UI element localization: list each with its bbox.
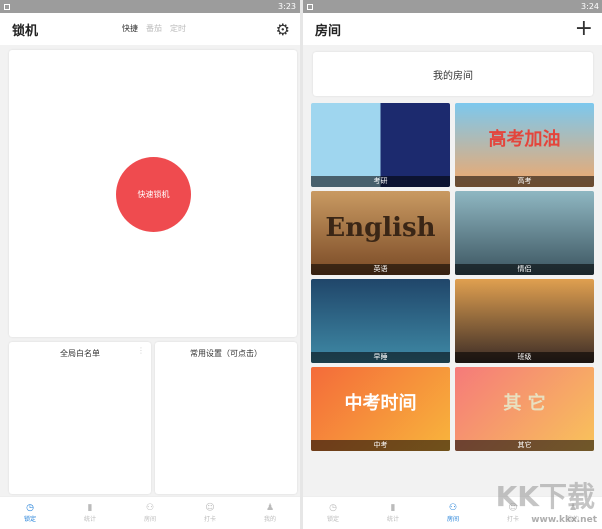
person-icon: ♟ [265, 503, 275, 513]
status-time: 3:24 [581, 2, 599, 11]
notification-icon [307, 3, 313, 10]
nav-label: 统计 [83, 516, 96, 523]
status-bar: 3:24 [303, 0, 602, 13]
page-title: 房间 [315, 23, 342, 39]
room-banner-text: English [325, 213, 436, 243]
room-banner-text: 中考时间 [344, 393, 417, 414]
lock-screen: 3:23 锁机 快捷 番茄 定时 ⚙ 快速锁机 全局白名单 ⋮ 常用设置（可点击）… [0, 0, 300, 529]
clock-icon: ◷ [26, 503, 34, 513]
more-icon[interactable]: ⋮ [137, 346, 145, 355]
my-room-button[interactable]: 我的房间 [313, 52, 593, 96]
nav-label: 统计 [386, 516, 399, 523]
header: 房间 + [303, 13, 602, 45]
room-label: 中考 [311, 440, 450, 451]
nav-checkin[interactable]: ☺ 打卡 [180, 497, 240, 529]
whitelist-title: 全局白名单 [60, 349, 100, 358]
add-room-button[interactable]: + [575, 16, 593, 41]
room-label: 高考 [455, 176, 594, 187]
nav-label: 打卡 [203, 516, 216, 523]
clock-icon: ◷ [329, 503, 337, 513]
room-card[interactable]: 早睡 [311, 279, 450, 363]
room-label: 英语 [311, 264, 450, 275]
room-card[interactable]: 高考加油 高考 [455, 103, 594, 187]
bar-chart-icon: ▮ [87, 503, 93, 513]
nav-label: 锁定 [326, 516, 339, 523]
nav-stats[interactable]: ▮ 统计 [60, 497, 120, 529]
status-time: 3:23 [278, 2, 296, 11]
room-card[interactable]: 班级 [455, 279, 594, 363]
bottom-nav: ◷ 锁定 ▮ 统计 ⚇ 房间 ☺ 打卡 ♟ 我的 [0, 496, 300, 529]
nav-label: 锁定 [23, 516, 36, 523]
room-card[interactable]: 其 它其它 [455, 367, 594, 451]
room-card[interactable]: 考研 [311, 103, 450, 187]
gear-icon[interactable]: ⚙ [276, 20, 290, 39]
bar-chart-icon: ▮ [390, 503, 396, 513]
tab-tomato[interactable]: 番茄 [146, 23, 162, 34]
room-card[interactable]: English 英语 [311, 191, 450, 275]
nav-mine[interactable]: ♟ 我的 [240, 497, 300, 529]
group-icon: ⚇ [448, 503, 458, 513]
watermark-url: www.kkx.net [531, 515, 597, 525]
watermark-logo: KK下载 [495, 480, 595, 513]
room-label: 班级 [455, 352, 594, 363]
nav-label: 打卡 [506, 516, 519, 523]
settings-card[interactable]: 常用设置（可点击） [155, 342, 297, 494]
room-card[interactable]: 情侣 [455, 191, 594, 275]
whitelist-card[interactable]: 全局白名单 ⋮ [9, 342, 151, 494]
tab-timer[interactable]: 定时 [170, 23, 186, 34]
room-label: 其它 [455, 440, 594, 451]
quick-lock-button[interactable]: 快速锁机 [116, 157, 191, 232]
nav-label: 房间 [446, 516, 459, 523]
nav-stats[interactable]: ▮ 统计 [363, 497, 423, 529]
room-banner-text: 其 它 [503, 393, 546, 414]
header: 锁机 快捷 番茄 定时 ⚙ [0, 13, 300, 45]
smile-icon: ☺ [205, 503, 215, 513]
group-icon: ⚇ [145, 503, 155, 513]
notification-icon [4, 3, 10, 10]
settings-title: 常用设置（可点击） [190, 349, 262, 358]
room-card[interactable]: 中考时间 中考 [311, 367, 450, 451]
nav-label: 我的 [263, 516, 276, 523]
status-bar: 3:23 [0, 0, 300, 13]
room-label: 考研 [311, 176, 450, 187]
nav-rooms[interactable]: ⚇ 房间 [423, 497, 483, 529]
room-label: 情侣 [455, 264, 594, 275]
nav-lock[interactable]: ◷ 锁定 [303, 497, 363, 529]
rooms-screen: 3:24 房间 + 我的房间 考研 高考加油 高考 English 英语 情侣 早睡 班级 中考… [303, 0, 602, 529]
nav-label: 房间 [143, 516, 156, 523]
nav-rooms[interactable]: ⚇ 房间 [120, 497, 180, 529]
nav-lock[interactable]: ◷ 锁定 [0, 497, 60, 529]
room-banner-text: 高考加油 [488, 129, 561, 150]
page-title: 锁机 [12, 23, 39, 39]
tab-quick[interactable]: 快捷 [122, 23, 138, 34]
room-label: 早睡 [311, 352, 450, 363]
